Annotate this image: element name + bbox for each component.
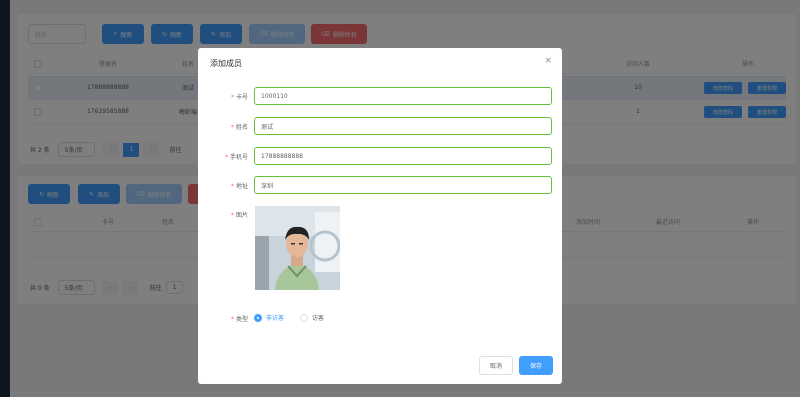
card-label: * 卡号 bbox=[230, 94, 248, 101]
address-label: * 地址 bbox=[230, 183, 248, 190]
name-label: * 姓名 bbox=[230, 124, 248, 131]
close-icon[interactable]: × bbox=[544, 56, 552, 66]
name-input[interactable]: 测试 bbox=[254, 117, 552, 135]
type-radio-visitor[interactable]: 访客 bbox=[300, 313, 324, 322]
phone-input[interactable]: 17888888888 bbox=[254, 147, 552, 165]
member-photo[interactable] bbox=[255, 206, 340, 290]
radio-unchecked-icon bbox=[300, 313, 308, 322]
type-label: * 类型 bbox=[230, 316, 248, 323]
address-input[interactable]: 深圳 bbox=[254, 176, 552, 194]
dialog-title: 添加成员 bbox=[210, 59, 242, 68]
cancel-button[interactable]: 取消 bbox=[479, 356, 513, 375]
phone-label: * 手机号 bbox=[224, 154, 248, 161]
add-member-dialog: 添加成员 × * 卡号 1000110 * 姓名 测试 * 手机号 178888888… bbox=[198, 48, 562, 384]
radio-checked-icon bbox=[254, 313, 262, 322]
card-number-input[interactable]: 1000110 bbox=[254, 87, 552, 105]
save-button[interactable]: 保存 bbox=[519, 356, 553, 375]
photo-label: * 图片 bbox=[230, 212, 248, 219]
type-radio-non-visitor[interactable]: 非访客 bbox=[254, 313, 284, 322]
